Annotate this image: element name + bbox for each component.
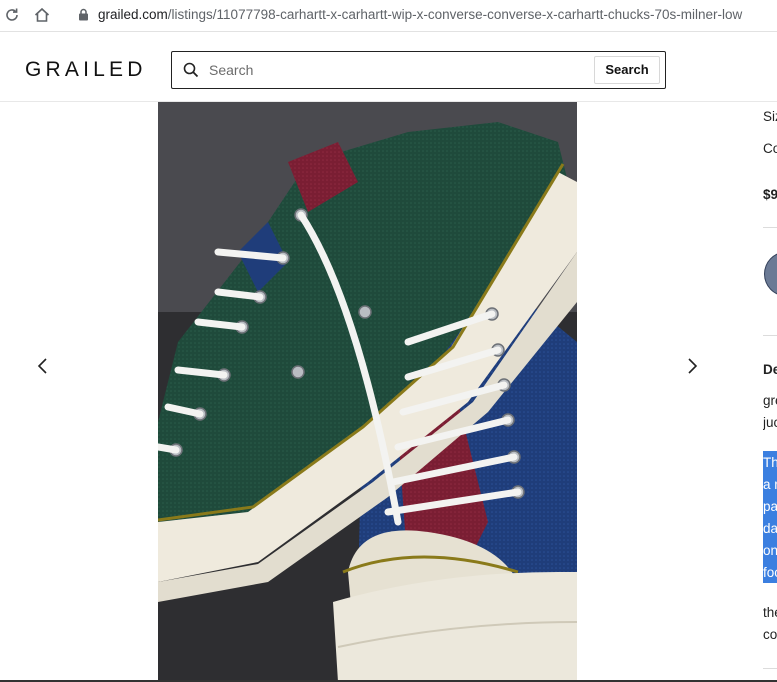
highlighted-line: foo xyxy=(763,565,777,580)
url-field[interactable]: grailed.com/listings/11077798-carhartt-x… xyxy=(98,0,777,31)
price: $9 xyxy=(763,187,777,202)
grailed-logo[interactable]: GRAILED xyxy=(25,59,147,80)
sneaker-illustration xyxy=(158,102,577,682)
seller-avatar[interactable] xyxy=(764,252,777,296)
divider xyxy=(763,668,777,669)
listing-details: Siz Co $9 De gre juc Th a r pa da on foo… xyxy=(763,102,777,682)
description-line: juc xyxy=(763,415,777,430)
site-header: GRAILED Search xyxy=(0,32,777,102)
search-button[interactable]: Search xyxy=(594,56,660,84)
size-label: Siz xyxy=(763,109,777,124)
highlighted-line: pa xyxy=(763,499,777,514)
url-path: /listings/11077798-carhartt-x-carhartt-w… xyxy=(167,7,743,22)
next-image-icon[interactable] xyxy=(685,357,699,375)
highlighted-line: a r xyxy=(763,477,777,492)
search-input[interactable] xyxy=(209,52,589,88)
description-line: gre xyxy=(763,393,777,408)
browser-address-bar: grailed.com/listings/11077798-carhartt-x… xyxy=(0,0,777,32)
lock-icon xyxy=(79,8,88,21)
product-photo[interactable] xyxy=(158,102,577,682)
text-selection xyxy=(763,451,777,583)
description-heading: De xyxy=(763,362,777,377)
highlighted-line: Th xyxy=(763,455,777,470)
condition-label: Co xyxy=(763,141,777,156)
search-icon xyxy=(183,62,199,78)
highlighted-line: on xyxy=(763,543,777,558)
url-domain: grailed.com xyxy=(98,7,168,22)
description-line: the xyxy=(763,605,777,620)
search-bar: Search xyxy=(171,51,666,89)
home-icon[interactable] xyxy=(33,6,51,24)
divider xyxy=(763,335,777,336)
reload-icon[interactable] xyxy=(3,6,21,24)
divider xyxy=(763,227,777,228)
previous-image-icon[interactable] xyxy=(36,357,50,375)
highlighted-line: da xyxy=(763,521,777,536)
description-line: co xyxy=(763,627,777,642)
